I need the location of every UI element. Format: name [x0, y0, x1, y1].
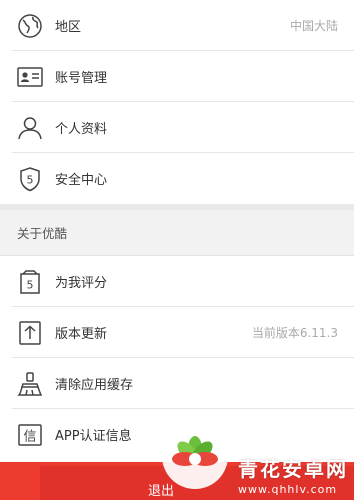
shield-icon: 5 — [15, 164, 45, 194]
settings-item-rate[interactable]: 5 为我评分 — [0, 256, 354, 307]
settings-item-account[interactable]: 账号管理 — [0, 51, 354, 102]
settings-item-label: 安全中心 — [55, 173, 108, 188]
svg-text:信: 信 — [23, 429, 36, 444]
settings-item-label: 为我评分 — [55, 276, 108, 291]
settings-item-security[interactable]: 5 安全中心 — [0, 153, 354, 204]
version-value: 当前版本6.11.3 — [251, 326, 338, 340]
watermark: 青花安卓网 www.qhhlv.com — [162, 423, 348, 496]
settings-item-profile[interactable]: 个人资料 — [0, 102, 354, 153]
watermark-logo-icon — [162, 423, 228, 489]
person-icon — [15, 113, 45, 143]
region-value: 中国大陆 — [289, 19, 338, 33]
svg-text:5: 5 — [27, 173, 34, 186]
id-card-icon — [15, 62, 45, 92]
globe-icon — [15, 11, 45, 41]
settings-item-label: 清除应用缓存 — [55, 378, 134, 393]
settings-item-label: 地区 — [55, 20, 82, 35]
svg-text:5: 5 — [27, 278, 34, 291]
settings-item-update[interactable]: 版本更新 当前版本6.11.3 — [0, 307, 354, 358]
rate-icon: 5 — [15, 267, 45, 297]
settings-item-clear-cache[interactable]: 清除应用缓存 — [0, 358, 354, 409]
settings-item-label: 版本更新 — [55, 327, 108, 342]
watermark-url: www.qhhlv.com — [238, 483, 338, 496]
broom-icon — [15, 369, 45, 399]
certificate-icon: 信 — [15, 420, 45, 450]
watermark-title: 青花安卓网 — [238, 457, 348, 481]
section-header-about: 关于优酷 — [0, 210, 354, 256]
settings-list-top: 地区 中国大陆 账号管理 个人资料 5 安全中心 — [0, 0, 354, 204]
update-icon — [15, 318, 45, 348]
settings-item-label: 个人资料 — [55, 122, 108, 137]
settings-item-label: 账号管理 — [55, 71, 108, 86]
settings-item-region[interactable]: 地区 中国大陆 — [0, 0, 354, 51]
